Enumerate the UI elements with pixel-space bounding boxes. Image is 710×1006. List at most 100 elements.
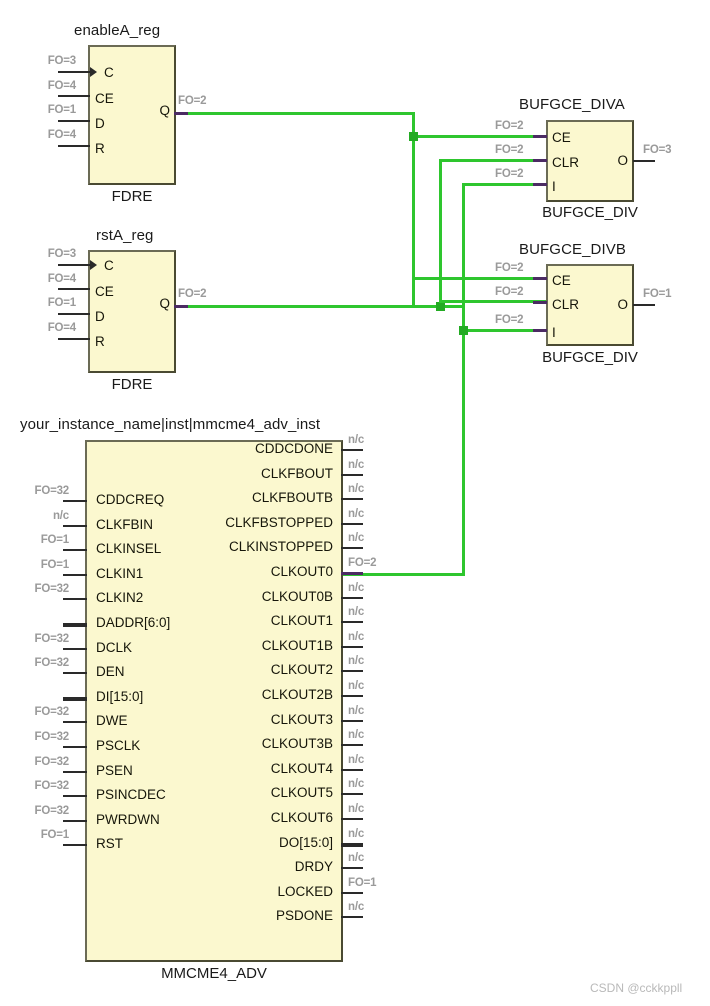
net-label: FO=1	[40, 558, 69, 571]
pin-label-dwe: DWE	[96, 713, 128, 729]
pin-stub	[63, 819, 87, 822]
pin-stub	[58, 288, 90, 290]
net-label: n/c	[348, 655, 365, 668]
pin-label-c: C	[104, 65, 114, 80]
pin-stub	[341, 818, 363, 820]
pin-stub	[341, 572, 363, 575]
pin-stub	[341, 768, 363, 771]
pin-label-cddcdone: CDDCDONE	[254, 441, 333, 456]
pin-label-di150: DI[15:0]	[96, 688, 144, 704]
pin-stub	[63, 696, 87, 701]
pin-label-clkout2b: CLKOUT2B	[261, 687, 333, 702]
net-label: FO=32	[34, 485, 70, 497]
wire-junction	[459, 326, 468, 335]
pin-label-pwrdwn: PWRDWN	[96, 811, 160, 827]
pin-stub	[533, 183, 547, 186]
net-label: n/c	[348, 680, 365, 692]
pin-stub	[341, 793, 363, 796]
net-label: FO=2	[495, 168, 524, 180]
pin-label-d: D	[95, 116, 105, 131]
pin-label-o: O	[617, 153, 628, 168]
pin-label-r: R	[95, 141, 105, 156]
net-label: n/c	[348, 532, 365, 545]
pin-label-q: Q	[159, 296, 170, 311]
pin-label-q: Q	[159, 103, 170, 118]
net-label: FO=32	[34, 657, 70, 670]
net-label: FO=32	[34, 583, 70, 596]
net-label: n/c	[348, 507, 365, 520]
clock-pin-marker	[90, 260, 97, 270]
pin-label-locked: LOCKED	[277, 883, 333, 899]
pin-stub	[341, 473, 363, 476]
wire-junction	[436, 302, 445, 311]
pin-label-ce: CE	[95, 91, 114, 106]
pin-stub	[63, 844, 87, 847]
net-label: FO=4	[47, 80, 76, 92]
net-label: n/c	[52, 509, 69, 522]
net-label: n/c	[348, 729, 365, 742]
pin-stub	[58, 95, 90, 97]
watermark: CSDN @cckkppll	[590, 981, 683, 995]
pin-label-clkout0: CLKOUT0	[270, 564, 333, 579]
rstA-reg-primitive: FDRE	[111, 376, 153, 393]
pin-label-clkfbstopped: CLKFBSTOPPED	[225, 514, 333, 530]
pin-label-clkout5: CLKOUT5	[270, 785, 333, 801]
net-label: FO=1	[348, 876, 377, 889]
net-label: n/c	[348, 630, 365, 643]
net-label: FO=2	[495, 286, 524, 298]
pin-label-clkin1: CLKIN1	[96, 565, 144, 581]
pin-label-daddr60: DADDR[6:0]	[96, 615, 171, 630]
pin-label-c: C	[104, 258, 114, 273]
pin-stub	[63, 672, 87, 675]
net-label: n/c	[348, 803, 365, 815]
pin-stub	[341, 916, 363, 919]
pin-label-psen: PSEN	[96, 762, 133, 778]
net-label: FO=1	[40, 829, 69, 842]
pin-label-o: O	[617, 297, 628, 312]
clock-pin-marker	[90, 67, 97, 77]
pin-stub	[63, 573, 87, 576]
pin-stub	[63, 647, 87, 650]
pin-stub	[341, 621, 363, 624]
net-label: n/c	[348, 483, 365, 496]
net-label: FO=2	[495, 314, 524, 326]
pin-label-psdone: PSDONE	[275, 908, 333, 924]
pin-stub	[533, 301, 547, 304]
net-label: FO=32	[34, 632, 70, 645]
pin-label-i: I	[552, 325, 556, 340]
pin-label-cddcreq: CDDCREQ	[96, 492, 165, 507]
pin-stub	[341, 645, 363, 648]
pin-label-drdy: DRDY	[294, 859, 333, 875]
pin-stub	[633, 160, 655, 162]
net-label: FO=3	[643, 144, 672, 156]
net-label: FO=2	[495, 120, 524, 132]
pin-stub	[341, 596, 363, 599]
pin-stub	[341, 842, 363, 847]
pin-stub	[174, 305, 188, 308]
pin-stub	[341, 719, 363, 722]
net-label: FO=32	[34, 706, 70, 719]
pin-stub	[341, 522, 363, 525]
pin-label-i: I	[552, 179, 556, 194]
pin-label-clkout1: CLKOUT1	[270, 613, 333, 629]
enableA-reg-primitive: FDRE	[111, 188, 153, 205]
net-label: FO=32	[34, 804, 70, 817]
pin-label-clkout3b: CLKOUT3B	[261, 736, 333, 752]
net-label: n/c	[348, 704, 365, 717]
net-label: n/c	[348, 827, 365, 840]
pin-stub	[341, 498, 363, 501]
pin-label-clkfbout: CLKFBOUT	[260, 465, 333, 481]
enableA-reg-title: enableA_reg	[74, 22, 161, 39]
pin-label-ce: CE	[552, 273, 571, 288]
pin-label-psincdec: PSINCDEC	[96, 787, 166, 803]
pin-stub	[533, 159, 547, 162]
net-label: FO=1	[643, 288, 672, 300]
mmcme4-primitive: MMCME4_ADV	[161, 965, 267, 982]
pin-stub	[341, 867, 363, 870]
pin-stub	[341, 449, 363, 451]
net-label: FO=1	[47, 297, 76, 309]
net-label: FO=2	[178, 288, 207, 300]
net-label: FO=32	[34, 780, 70, 793]
pin-stub	[341, 891, 363, 894]
net-label: FO=2	[178, 95, 207, 107]
